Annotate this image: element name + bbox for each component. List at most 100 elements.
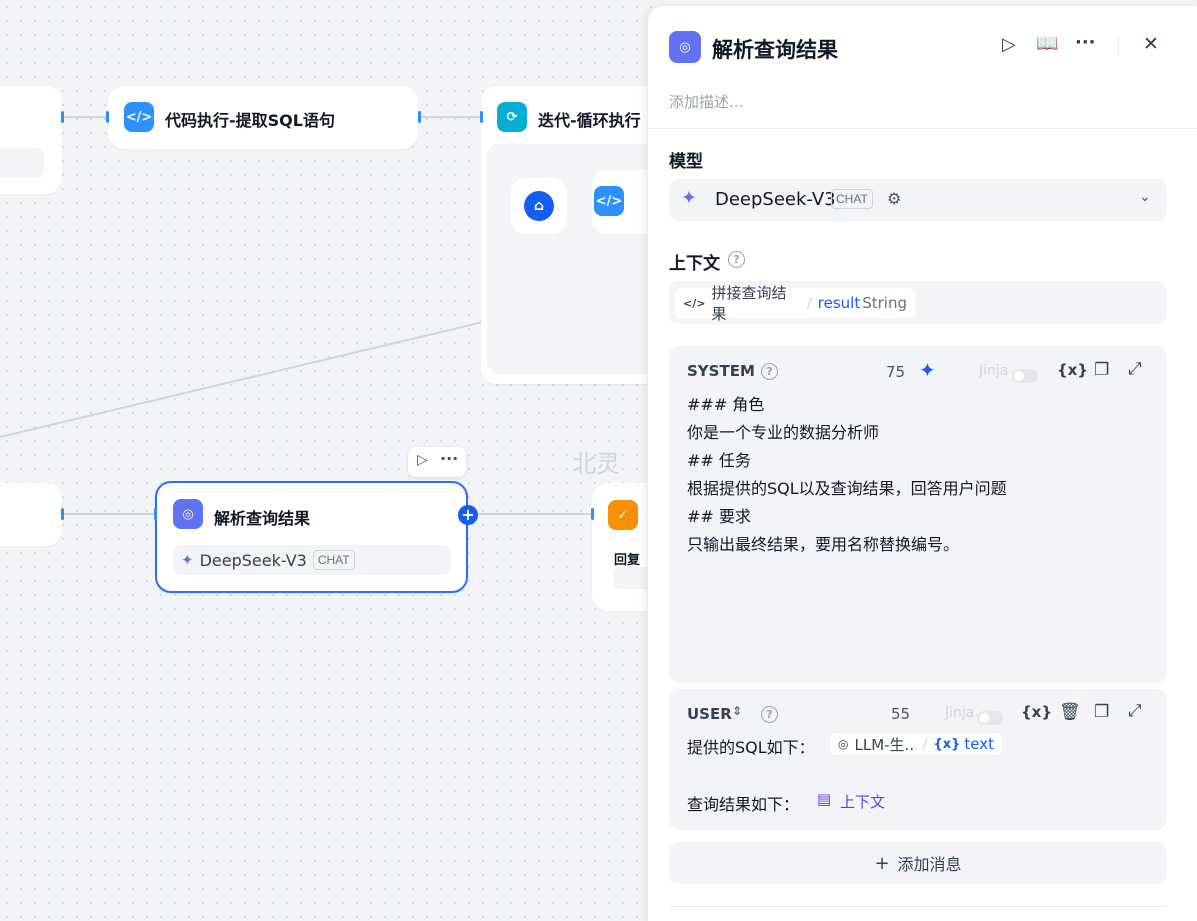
var-type-icon: {x} bbox=[933, 736, 961, 752]
loop-icon: ⟳ bbox=[497, 102, 527, 132]
context-file-icon: ▤ bbox=[817, 790, 832, 808]
llm-brain-icon: ◎ bbox=[838, 737, 849, 751]
var-type: String bbox=[862, 294, 907, 312]
var-separator: / bbox=[806, 294, 812, 312]
deepseek-logo-icon: ✦ bbox=[681, 187, 697, 209]
insert-variable-icon[interactable]: {x} bbox=[1021, 703, 1052, 721]
input-handle[interactable] bbox=[106, 111, 109, 123]
role-label[interactable]: USER bbox=[687, 705, 732, 723]
node-title: 代码执行-提取SQL语句 bbox=[165, 111, 335, 130]
chevron-down-icon[interactable]: ⌄ bbox=[1139, 189, 1151, 205]
context-label: 上下文 bbox=[669, 254, 720, 274]
user-line-1-prefix: 提供的SQL如下： bbox=[687, 738, 815, 757]
divider bbox=[669, 906, 1167, 907]
var-separator: / bbox=[922, 735, 928, 753]
partial-node-top-left[interactable] bbox=[0, 86, 62, 194]
model-name: DeepSeek-V3 bbox=[199, 550, 307, 570]
output-handle[interactable] bbox=[61, 508, 64, 520]
role-switch-icon[interactable]: ⇕ bbox=[732, 704, 742, 718]
code-icon: </> bbox=[594, 186, 624, 216]
model-name: DeepSeek-V3 bbox=[715, 189, 836, 210]
node-title: 迭代-循环执行 bbox=[538, 111, 641, 130]
prompt-line: 你是一个专业的数据分析师 bbox=[687, 423, 880, 442]
add-message-button[interactable]: + 添加消息 bbox=[669, 842, 1167, 884]
prompt-text[interactable]: ### 角色 你是一个专业的数据分析师 ## 任务 根据提供的SQL以及查询结果… bbox=[687, 391, 1007, 559]
token-count: 55 bbox=[891, 705, 911, 723]
input-handle[interactable] bbox=[480, 111, 483, 123]
user-prompt-editor[interactable]: USER ⇕ ? 55 Jinja {x} 🗑 ❐ ⤢ 提供的SQL如下： ◎ … bbox=[669, 689, 1167, 830]
plus-icon: + bbox=[874, 852, 890, 874]
add-node-icon[interactable]: + bbox=[458, 505, 478, 525]
code-icon: </> bbox=[683, 296, 706, 310]
prompt-line: ### 角色 bbox=[687, 395, 765, 414]
divider bbox=[648, 128, 1197, 129]
prompt-line: ## 任务 bbox=[687, 451, 751, 470]
watermark: 北灵 bbox=[572, 450, 620, 478]
node-code-exec[interactable]: </> 代码执行-提取SQL语句 bbox=[108, 86, 418, 149]
reply-icon: ✓ bbox=[608, 500, 638, 530]
model-badge: CHAT bbox=[831, 189, 873, 209]
output-handle[interactable] bbox=[61, 111, 64, 123]
iteration-start[interactable]: ⌂ bbox=[511, 178, 567, 234]
copy-icon[interactable]: ❐ bbox=[1094, 702, 1109, 722]
partial-node-bottom-left[interactable] bbox=[0, 483, 62, 546]
var-name: result bbox=[817, 294, 861, 312]
prompt-line: 根据提供的SQL以及查询结果，回答用户问题 bbox=[687, 479, 1007, 498]
node-parse-result[interactable]: ◎ 解析查询结果 ✦ DeepSeek-V3 CHAT bbox=[155, 481, 468, 593]
deepseek-logo-icon: ✦ bbox=[181, 551, 194, 569]
jinja-toggle[interactable] bbox=[977, 710, 1003, 725]
home-icon: ⌂ bbox=[524, 191, 554, 221]
context-var[interactable]: 上下文 bbox=[840, 791, 885, 812]
model-badge: CHAT bbox=[312, 550, 355, 570]
model-params-icon[interactable]: ⚙ bbox=[887, 189, 901, 208]
help-icon[interactable]: ? bbox=[761, 363, 778, 380]
help-book-icon[interactable]: 📖 bbox=[1036, 33, 1058, 54]
var-name: text bbox=[964, 735, 994, 753]
jinja-toggle[interactable] bbox=[1012, 368, 1038, 383]
node-model-row: ✦ DeepSeek-V3 CHAT bbox=[173, 545, 451, 575]
run-icon[interactable]: ▷ bbox=[417, 452, 428, 468]
help-icon[interactable]: ? bbox=[728, 251, 745, 268]
var-source: LLM-生... bbox=[854, 735, 917, 754]
role-label: SYSTEM bbox=[687, 362, 755, 380]
user-var-chip[interactable]: ◎ LLM-生... / {x} text bbox=[829, 732, 1003, 756]
node-config-panel: ◎ 解析查询结果 ▷ 📖 ··· ✕ 添加描述... 模型 ✦ DeepSeek… bbox=[647, 6, 1197, 921]
input-handle[interactable] bbox=[154, 508, 157, 520]
user-line-2-prefix: 查询结果如下： bbox=[687, 795, 800, 814]
delete-icon[interactable]: 🗑 bbox=[1059, 702, 1081, 722]
node-title: 解析查询结果 bbox=[214, 509, 311, 528]
node-label: 回复 bbox=[614, 553, 641, 568]
jinja-label: Jinja bbox=[979, 363, 1009, 379]
close-icon[interactable]: ✕ bbox=[1143, 33, 1159, 55]
context-var-chip[interactable]: </> 拼接查询结果 / result String bbox=[675, 284, 915, 323]
divider bbox=[1118, 36, 1119, 56]
prompt-line: ## 要求 bbox=[687, 507, 751, 526]
context-selector[interactable]: </> 拼接查询结果 / result String bbox=[669, 281, 1167, 324]
run-icon[interactable]: ▷ bbox=[1002, 34, 1016, 55]
llm-brain-icon: ◎ bbox=[669, 31, 701, 63]
node-toolbar: ▷ ··· bbox=[408, 447, 466, 477]
node-field bbox=[0, 148, 44, 178]
model-label: 模型 bbox=[669, 152, 703, 172]
prompt-line: 只输出最终结果，要用名称替换编号。 bbox=[687, 535, 960, 554]
help-icon[interactable]: ? bbox=[761, 706, 778, 723]
llm-brain-icon: ◎ bbox=[173, 499, 203, 529]
token-count: 75 bbox=[886, 363, 906, 381]
system-prompt-editor[interactable]: SYSTEM ? 75 ✦ Jinja {x} ❐ ⤢ ### 角色 你是一个专… bbox=[669, 346, 1167, 683]
more-icon[interactable]: ··· bbox=[1075, 32, 1096, 53]
input-handle[interactable] bbox=[591, 508, 594, 520]
model-selector[interactable]: ✦ DeepSeek-V3 CHAT ⚙ ⌄ bbox=[669, 179, 1167, 221]
expand-icon[interactable]: ⤢ bbox=[1128, 359, 1142, 379]
expand-icon[interactable]: ⤢ bbox=[1128, 701, 1142, 721]
insert-variable-icon[interactable]: {x} bbox=[1057, 361, 1088, 379]
output-handle[interactable] bbox=[418, 111, 421, 123]
copy-icon[interactable]: ❐ bbox=[1094, 360, 1109, 380]
node-iteration[interactable]: ⟳ 迭代-循环执行 ⌂ </> bbox=[481, 86, 661, 384]
panel-title[interactable]: 解析查询结果 bbox=[712, 34, 838, 64]
add-message-label: 添加消息 bbox=[897, 855, 962, 874]
var-source: 拼接查询结果 bbox=[711, 284, 787, 323]
ai-generate-icon[interactable]: ✦ bbox=[919, 358, 936, 382]
code-icon: </> bbox=[124, 102, 154, 132]
more-icon[interactable]: ··· bbox=[440, 449, 458, 468]
description-input[interactable]: 添加描述... bbox=[669, 91, 743, 112]
